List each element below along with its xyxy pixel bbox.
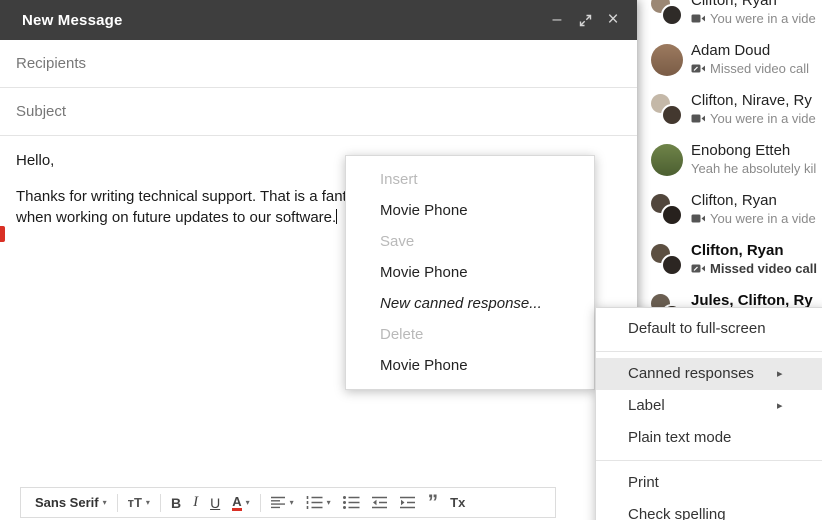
- indent-less-icon: [371, 496, 387, 509]
- submenu-arrow-icon: ▸: [777, 400, 783, 412]
- menu-item-print[interactable]: Print: [596, 467, 822, 499]
- chat-status-text: Missed video call: [710, 61, 809, 76]
- font-family-button[interactable]: Sans Serif ▾: [29, 488, 113, 517]
- italic-button[interactable]: I: [187, 488, 204, 517]
- formatting-toolbar: Sans Serif ▾ тT ▾ B I U A ▾ ▾ ▾ ” Tx: [20, 487, 556, 518]
- chat-row[interactable]: Clifton, Ryan You were in a vide: [637, 0, 822, 38]
- menu-section-insert: Insert: [380, 171, 418, 188]
- bulleted-list-button[interactable]: [337, 488, 366, 517]
- indent-more-icon: [399, 496, 415, 509]
- video-call-icon: [691, 14, 705, 23]
- quote-icon: ”: [427, 490, 439, 514]
- group-avatar: [651, 194, 683, 226]
- toolbar-divider: [116, 493, 118, 512]
- chat-row[interactable]: Clifton, Nirave, Ry You were in a vide: [637, 88, 822, 138]
- expand-button[interactable]: [573, 8, 597, 32]
- body-line-2: when working on future updates to our so…: [16, 209, 337, 226]
- compose-header[interactable]: New Message – ×: [0, 0, 637, 40]
- toolbar-divider: [159, 493, 161, 512]
- text-color-button[interactable]: A ▾: [226, 488, 255, 517]
- numbered-list-icon: [306, 496, 323, 509]
- menu-item-plain-text-mode[interactable]: Plain text mode: [596, 422, 822, 454]
- menu-item-save-movie-phone[interactable]: Movie Phone: [346, 257, 594, 288]
- quote-button[interactable]: ”: [422, 488, 445, 517]
- chat-row[interactable]: Adam Doud Missed video call: [637, 38, 822, 88]
- group-avatar: [651, 244, 683, 276]
- compose-title: New Message: [22, 11, 123, 29]
- chat-row[interactable]: Clifton, Ryan Missed video call: [637, 238, 822, 288]
- menu-section-delete: Delete: [380, 326, 424, 343]
- toolbar-divider: [259, 493, 261, 512]
- chat-contact-name: Clifton, Ryan: [691, 0, 777, 9]
- indent-more-button[interactable]: [394, 488, 422, 517]
- menu-divider: [596, 351, 822, 352]
- group-avatar: [651, 94, 683, 126]
- menu-item-insert-movie-phone[interactable]: Movie Phone: [346, 195, 594, 226]
- close-icon: ×: [607, 9, 619, 30]
- menu-item-canned-responses[interactable]: Canned responses ▸: [596, 358, 822, 390]
- text-cursor: [336, 209, 338, 224]
- remove-formatting-icon: Tx: [450, 495, 466, 510]
- missed-video-call-icon: [691, 264, 705, 273]
- underline-button[interactable]: U: [204, 488, 226, 517]
- video-call-icon: [691, 214, 705, 223]
- subject-field[interactable]: Subject: [0, 88, 637, 136]
- chevron-down-icon: ▾: [145, 498, 150, 507]
- close-button[interactable]: ×: [601, 8, 625, 32]
- chat-status-text: You were in a vide: [710, 11, 816, 26]
- font-size-button[interactable]: тT ▾: [122, 488, 156, 517]
- menu-section-save: Save: [380, 233, 415, 250]
- red-edge-artifact: [0, 226, 5, 242]
- chat-status-text: Yeah he absolutely kil: [691, 161, 817, 176]
- numbered-list-button[interactable]: ▾: [300, 488, 337, 517]
- minimize-icon: –: [552, 11, 562, 28]
- chat-status-text: Missed video call: [710, 261, 817, 276]
- chevron-down-icon: ▾: [102, 498, 107, 507]
- canned-responses-menu: Insert Movie Phone Save Movie Phone New …: [345, 155, 595, 390]
- subject-placeholder: Subject: [16, 103, 67, 120]
- compose-options-menu: Default to full-screen Canned responses …: [595, 307, 822, 520]
- menu-divider: [596, 460, 822, 461]
- menu-item-new-canned-response[interactable]: New canned response...: [346, 288, 594, 319]
- chat-list: Clifton, Ryan You were in a vide Adam Do…: [637, 0, 822, 338]
- chevron-down-icon: ▾: [245, 498, 250, 507]
- menu-item-delete-movie-phone[interactable]: Movie Phone: [346, 350, 594, 381]
- submenu-arrow-icon: ▸: [777, 368, 783, 380]
- indent-less-button[interactable]: [366, 488, 394, 517]
- chat-contact-name: Clifton, Nirave, Ry: [691, 92, 812, 109]
- contact-avatar: [651, 144, 683, 176]
- bulleted-list-icon: [342, 496, 360, 509]
- chat-contact-name: Enobong Etteh: [691, 142, 791, 159]
- group-avatar: [651, 0, 683, 26]
- menu-item-label[interactable]: Label ▸: [596, 390, 822, 422]
- chat-status-text: You were in a vide: [710, 111, 816, 126]
- chat-contact-name: Clifton, Ryan: [691, 192, 777, 209]
- chevron-down-icon: ▾: [326, 498, 331, 507]
- bold-button[interactable]: B: [165, 488, 187, 517]
- remove-formatting-button[interactable]: Tx: [444, 488, 471, 517]
- chat-row[interactable]: Enobong Etteh Yeah he absolutely kil: [637, 138, 822, 188]
- chat-status-text: You were in a vide: [710, 211, 816, 226]
- recipients-field[interactable]: Recipients: [0, 40, 637, 88]
- menu-item-default-to-full-screen[interactable]: Default to full-screen: [596, 313, 822, 345]
- recipients-placeholder: Recipients: [16, 55, 87, 72]
- chat-contact-name: Adam Doud: [691, 42, 771, 59]
- align-left-icon: [270, 496, 285, 509]
- expand-icon: [579, 14, 591, 26]
- align-button[interactable]: ▾: [265, 488, 300, 517]
- chat-contact-name: Clifton, Ryan: [691, 242, 784, 259]
- contact-avatar: [651, 44, 683, 76]
- text-color-icon: A: [232, 493, 242, 511]
- minimize-button[interactable]: –: [545, 8, 569, 32]
- video-call-icon: [691, 114, 705, 123]
- menu-item-check-spelling[interactable]: Check spelling: [596, 499, 822, 520]
- screen: Clifton, Ryan You were in a vide Adam Do…: [0, 0, 822, 520]
- chevron-down-icon: ▾: [289, 498, 294, 507]
- missed-video-call-icon: [691, 64, 705, 73]
- chat-row[interactable]: Clifton, Ryan You were in a vide: [637, 188, 822, 238]
